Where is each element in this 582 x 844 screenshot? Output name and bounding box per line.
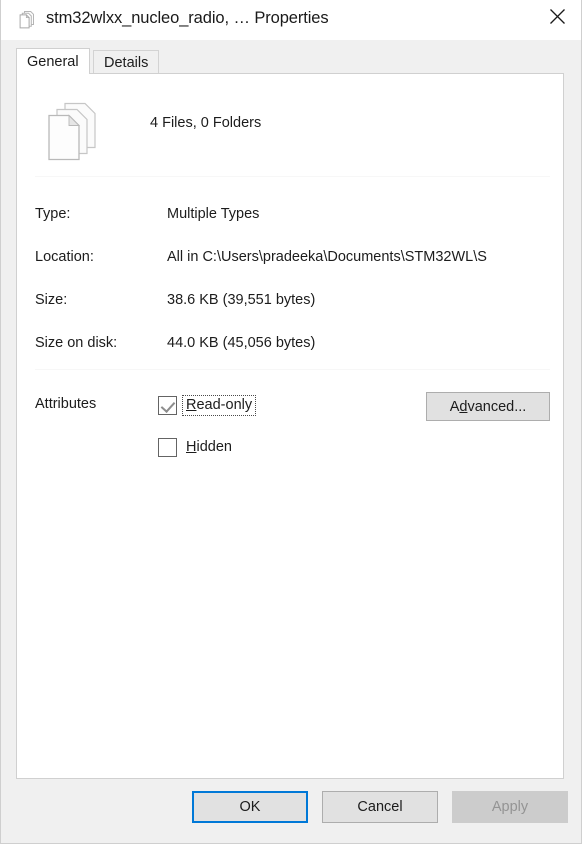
properties-dialog-window: stm32wlxx_nucleo_radio, … Properties Gen…: [0, 0, 582, 844]
multiple-files-icon: [16, 9, 38, 31]
readonly-checkbox-row[interactable]: Read-only: [158, 394, 257, 416]
general-tab-panel: 4 Files, 0 Folders Type: Multiple Types …: [16, 73, 564, 779]
advanced-accel: d: [459, 398, 468, 415]
window-title: stm32wlxx_nucleo_radio, … Properties: [46, 9, 329, 27]
size-value: 38.6 KB (39,551 bytes): [167, 292, 316, 308]
divider-top: [35, 176, 550, 177]
advanced-button[interactable]: Ad vanced...: [426, 392, 550, 421]
hidden-checkbox[interactable]: [158, 437, 177, 457]
size-on-disk-value: 44.0 KB (45,056 bytes): [167, 335, 316, 351]
readonly-accel: R: [186, 396, 197, 413]
cancel-button[interactable]: Cancel: [322, 791, 438, 823]
close-icon[interactable]: [533, 0, 581, 32]
size-on-disk-label: Size on disk:: [35, 335, 118, 351]
advanced-label-2: vanced...: [467, 398, 527, 415]
tab-details-label: Details: [104, 54, 149, 71]
tab-general[interactable]: General: [16, 48, 90, 74]
ok-button[interactable]: OK: [192, 791, 308, 823]
hidden-label-rest: idden: [196, 438, 232, 455]
advanced-label-1: A: [449, 398, 460, 415]
dialog-footer: OK Cancel Apply: [1, 779, 581, 843]
hidden-label: Hidden: [183, 438, 235, 457]
readonly-label-rest: ead-only: [196, 396, 253, 413]
type-label: Type:: [35, 206, 71, 222]
attributes-label: Attributes: [35, 396, 97, 412]
apply-button: Apply: [452, 791, 568, 823]
tab-details[interactable]: Details: [93, 50, 160, 74]
file-stack-icon: [39, 100, 113, 166]
tab-strip: General Details: [16, 48, 564, 74]
readonly-label: Read-only: [181, 394, 257, 416]
file-count-summary: 4 Files, 0 Folders: [150, 115, 262, 131]
hidden-accel: H: [186, 438, 197, 455]
size-label: Size:: [35, 292, 68, 308]
readonly-checkbox[interactable]: [158, 395, 177, 415]
tab-general-label: General: [27, 53, 79, 70]
location-value: All in C:\Users\pradeeka\Documents\STM32…: [167, 249, 487, 265]
divider-bottom: [35, 369, 550, 370]
title-bar: stm32wlxx_nucleo_radio, … Properties: [1, 0, 581, 40]
hidden-checkbox-row[interactable]: Hidden: [158, 436, 235, 458]
type-value: Multiple Types: [167, 206, 260, 222]
location-label: Location:: [35, 249, 94, 265]
